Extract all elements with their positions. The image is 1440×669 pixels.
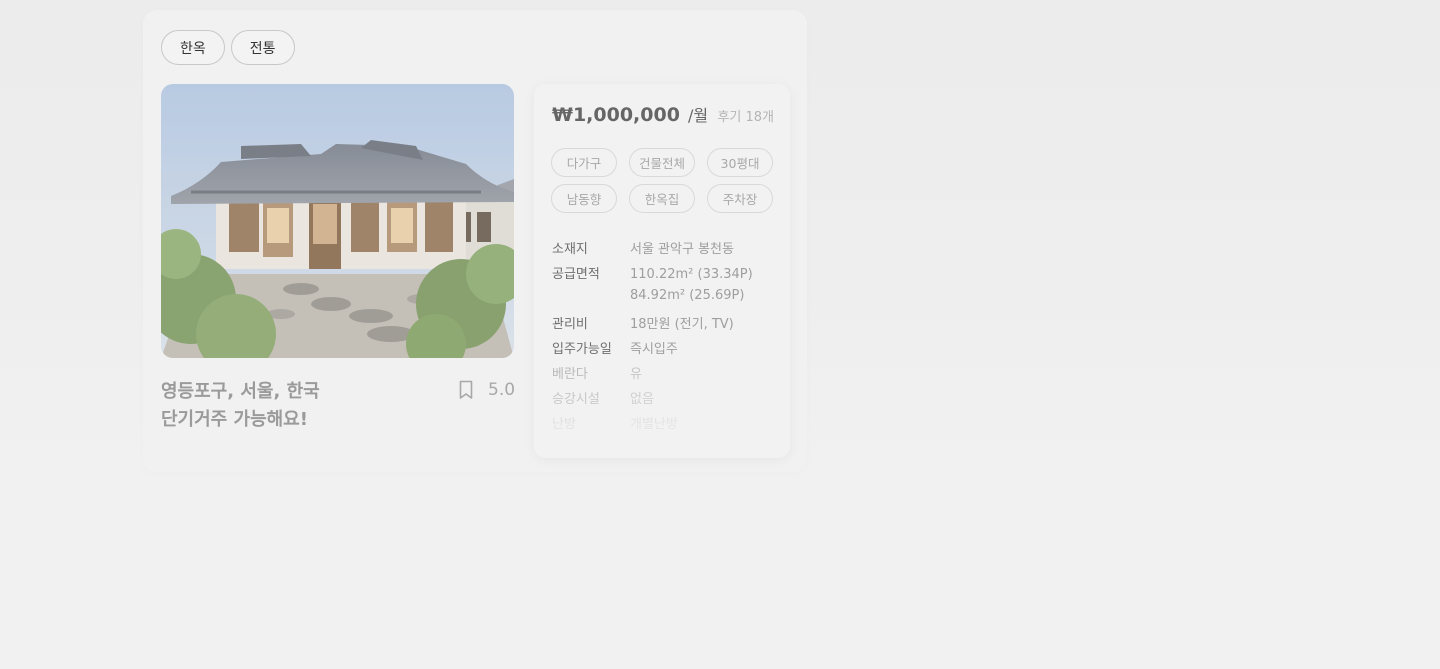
detail-maintenance-fee: 관리비 18만원 (전기, TV) — [552, 314, 777, 335]
detail-label: 난방 — [552, 417, 576, 432]
tag-traditional[interactable]: 전통 — [230, 30, 295, 65]
info-panel: ₩1,000,000 /월 후기 18개 다가구 건물전체 30평대 남동향 한… — [534, 84, 790, 458]
detail-location: 소재지 서울 관악구 봉천동 — [552, 239, 777, 260]
chip-whole-building[interactable]: 건물전체 — [629, 148, 695, 177]
detail-value: 서울 관악구 봉천동 — [630, 242, 734, 257]
price-unit: /월 — [687, 106, 709, 125]
detail-label: 관리비 — [552, 317, 588, 332]
listing-title[interactable]: 영등포구, 서울, 한국 단기거주 가능해요! — [161, 378, 421, 434]
tag-hanok[interactable]: 한옥 — [161, 30, 225, 65]
detail-label: 소재지 — [552, 242, 588, 257]
detail-label: 베란다 — [552, 367, 588, 382]
detail-value: 즉시입주 — [630, 342, 678, 357]
chip-hanok-house[interactable]: 한옥집 — [629, 184, 695, 213]
detail-balcony: 베란다 유 — [552, 364, 777, 385]
hanok-house-image — [161, 84, 514, 358]
detail-value: 개별난방 — [630, 417, 678, 432]
feature-chips: 다가구 건물전체 30평대 남동향 한옥집 주차장 — [551, 148, 773, 213]
listing-title-line2: 단기거주 가능해요! — [161, 409, 308, 430]
page: 한옥 전통 영등포구, 서울, 한국 단기거주 가능해요! 5.0 ₩1,000… — [0, 0, 1440, 669]
reviews-link[interactable]: 후기 18개 — [717, 106, 774, 125]
supply-area-secondary: 84.92m² (25.69P) — [630, 288, 745, 303]
details-list: 소재지 서울 관악구 봉천동 공급면적 110.22m² (33.34P) 84… — [552, 239, 777, 439]
detail-value: 18만원 (전기, TV) — [630, 317, 734, 332]
listing-title-line1: 영등포구, 서울, 한국 — [161, 381, 320, 402]
detail-label: 입주가능일 — [552, 342, 612, 357]
price-row: ₩1,000,000 /월 후기 18개 — [552, 102, 774, 126]
chip-orientation[interactable]: 남동향 — [551, 184, 617, 213]
chip-size[interactable]: 30평대 — [707, 148, 773, 177]
detail-value: 없음 — [630, 392, 654, 407]
chip-multi-family[interactable]: 다가구 — [551, 148, 617, 177]
detail-label: 승강시설 — [552, 392, 600, 407]
listing-photo[interactable] — [161, 84, 514, 358]
bookmark-icon[interactable] — [458, 380, 474, 400]
tag-list: 한옥 전통 — [161, 30, 295, 65]
detail-value: 유 — [630, 367, 642, 382]
price: ₩1,000,000 — [552, 104, 680, 126]
detail-supply-area: 공급면적 110.22m² (33.34P) 84.92m² (25.69P) — [552, 264, 777, 306]
detail-move-in-date: 입주가능일 즉시입주 — [552, 339, 777, 360]
rating-score: 5.0 — [488, 380, 516, 400]
detail-heating: 난방 개별난방 — [552, 414, 777, 435]
detail-label: 공급면적 — [552, 267, 600, 282]
listing-card: 한옥 전통 영등포구, 서울, 한국 단기거주 가능해요! 5.0 ₩1,000… — [143, 10, 807, 472]
supply-area-primary: 110.22m² (33.34P) — [630, 267, 753, 282]
rating-row: 5.0 — [458, 380, 515, 400]
chip-parking[interactable]: 주차장 — [707, 184, 773, 213]
detail-elevator: 승강시설 없음 — [552, 389, 777, 410]
detail-value: 110.22m² (33.34P) 84.92m² (25.69P) — [630, 264, 753, 306]
